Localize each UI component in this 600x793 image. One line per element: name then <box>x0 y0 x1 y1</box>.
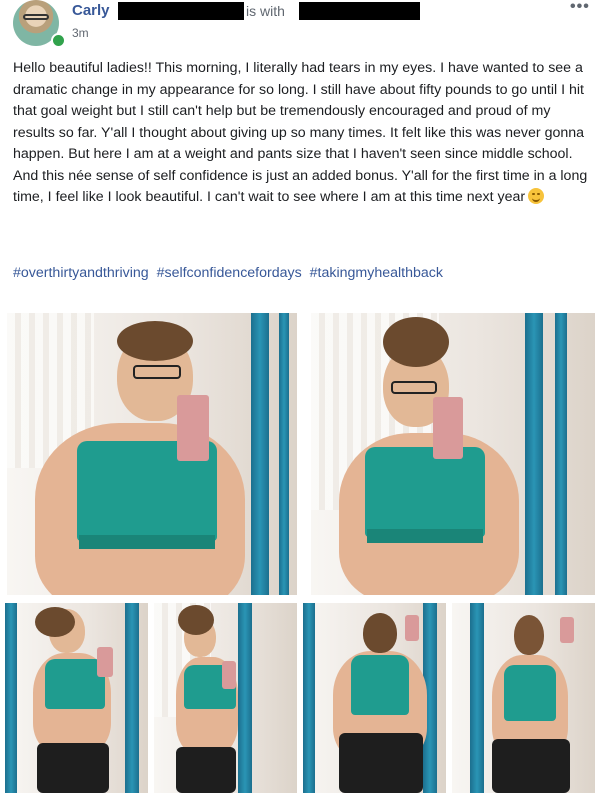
hashtag-link[interactable]: #selfconfidencefordays <box>157 265 302 281</box>
photo-side-before[interactable] <box>5 603 148 793</box>
post-body: Hello beautiful ladies!! This morning, I… <box>13 58 591 209</box>
hashtag-link[interactable]: #overthirtyandthriving <box>13 265 149 281</box>
redacted-tagged-name <box>299 2 420 20</box>
hashtag-list: #overthirtyandthriving #selfconfidencefo… <box>13 265 447 281</box>
post-header: Carly is with 3m ••• <box>0 0 600 50</box>
post-timestamp[interactable]: 3m <box>72 26 89 40</box>
photo-side-after[interactable] <box>154 603 297 793</box>
post-body-text: Hello beautiful ladies!! This morning, I… <box>13 60 588 205</box>
hashtag-link[interactable]: #takingmyhealthback <box>310 265 443 281</box>
photo-front-after[interactable] <box>311 313 595 595</box>
photo-back-before[interactable] <box>303 603 446 793</box>
online-status-icon <box>51 33 66 48</box>
redacted-surname <box>118 2 244 20</box>
photo-back-after[interactable] <box>452 603 595 793</box>
photo-front-before[interactable] <box>7 313 297 595</box>
smiling-emoji-icon <box>528 188 545 204</box>
more-options-icon[interactable]: ••• <box>570 0 590 16</box>
with-label: is with <box>246 3 285 19</box>
author-name[interactable]: Carly <box>72 2 110 19</box>
